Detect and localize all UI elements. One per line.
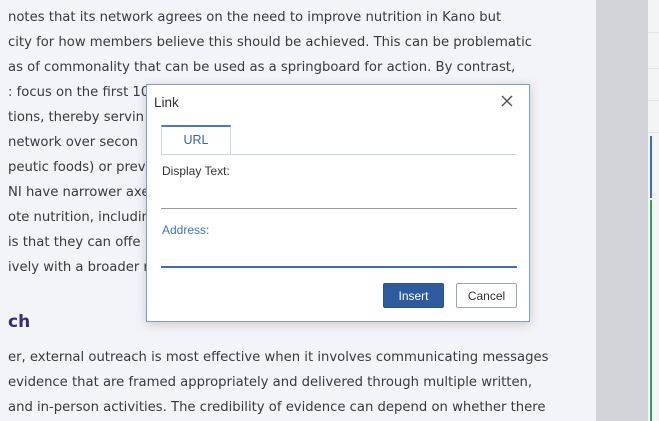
doc-line: notes that its network agrees on the nee… bbox=[8, 10, 502, 25]
status-marker-green bbox=[650, 200, 652, 296]
address-label: Address: bbox=[162, 223, 210, 237]
close-icon[interactable] bbox=[499, 93, 515, 109]
strip-divider bbox=[648, 100, 659, 101]
status-marker-green bbox=[650, 296, 652, 421]
side-panel bbox=[596, 0, 648, 421]
display-text-input[interactable] bbox=[161, 181, 517, 209]
dialog-title: Link bbox=[154, 95, 179, 110]
link-dialog: Link URL Display Text: Address: Insert C… bbox=[146, 84, 530, 322]
tab-divider bbox=[161, 154, 517, 155]
cancel-button[interactable]: Cancel bbox=[456, 283, 517, 308]
address-input[interactable] bbox=[161, 240, 517, 268]
strip-divider bbox=[648, 68, 659, 69]
doc-line: city for how members believe this should… bbox=[8, 35, 533, 50]
doc-line: evidence that are framed appropriately a… bbox=[8, 375, 533, 390]
doc-line: as of commonality that can be used as a … bbox=[8, 60, 516, 75]
status-marker-blue bbox=[650, 136, 652, 198]
section-heading: ch bbox=[8, 312, 31, 332]
display-text-label: Display Text: bbox=[162, 164, 230, 178]
strip-divider bbox=[648, 132, 659, 133]
tab-url[interactable]: URL bbox=[161, 125, 231, 155]
insert-button[interactable]: Insert bbox=[383, 283, 444, 308]
doc-line: and in-person activities. The credibilit… bbox=[8, 400, 546, 415]
strip-divider bbox=[648, 32, 659, 33]
doc-line: er, external outreach is most effective … bbox=[8, 350, 549, 365]
